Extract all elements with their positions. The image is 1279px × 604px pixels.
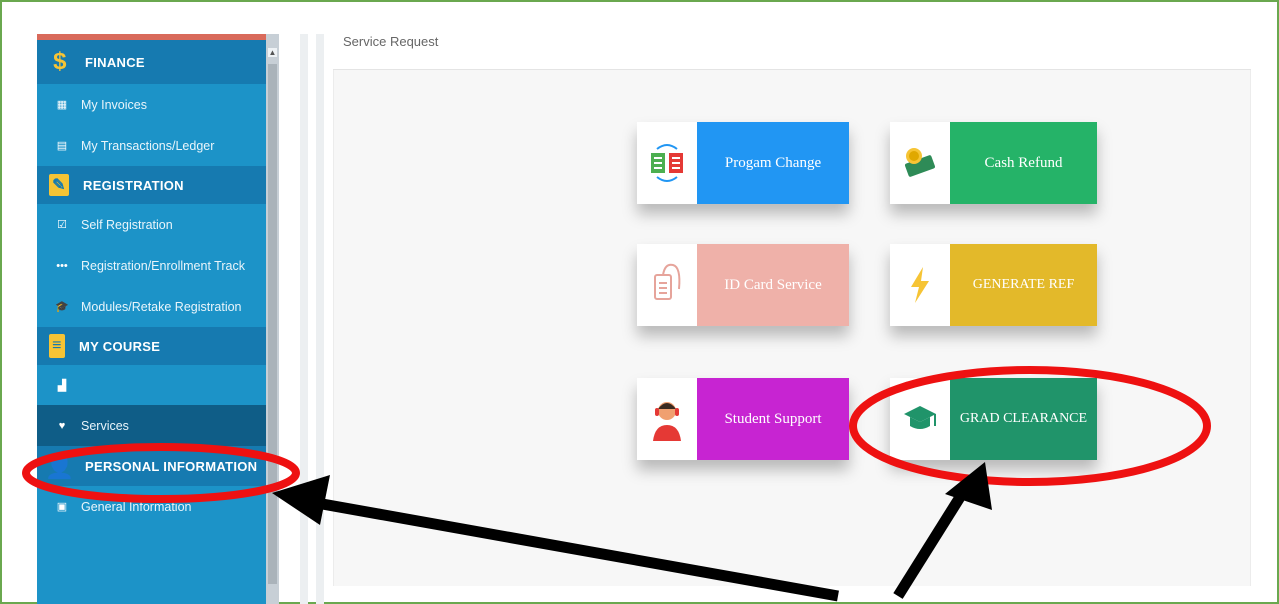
sidebar-item-modules-retake[interactable]: 🎓 Modules/Retake Registration: [37, 286, 279, 327]
dollar-icon: $: [53, 48, 67, 75]
edit-icon: ✎: [49, 174, 69, 196]
section-title: REGISTRATION: [83, 177, 184, 193]
book-icon: ≡: [49, 334, 65, 358]
support-agent-icon: [637, 378, 697, 460]
dots-icon: •••: [56, 259, 68, 272]
section-title: PERSONAL INFORMATION: [85, 458, 258, 474]
sidebar-item-general-information[interactable]: ▣ General Information: [37, 486, 279, 527]
id-card-service-tile[interactable]: ID Card Service: [637, 244, 849, 326]
sidebar-item-services[interactable]: ♥ Services: [37, 405, 279, 446]
sidebar-item-transactions-ledger[interactable]: ▤ My Transactions/Ledger: [37, 125, 279, 166]
sidebar-item-label: General Information: [81, 499, 192, 514]
divider-strip: [300, 34, 308, 604]
section-title: FINANCE: [85, 54, 145, 70]
graduation-cap-icon: [890, 378, 950, 460]
sidebar-item-label: Modules/Retake Registration: [81, 299, 242, 314]
sidebar: $ FINANCE ▦ My Invoices ▤ My Transaction…: [37, 34, 279, 604]
ledger-icon: ▤: [56, 140, 68, 152]
sidebar-item-label: My Invoices: [81, 97, 147, 112]
sidebar-section-registration[interactable]: ✎ REGISTRATION: [37, 166, 279, 204]
sidebar-item-course-hidden[interactable]: ▟: [37, 365, 279, 405]
tile-label: Cash Refund: [950, 122, 1097, 204]
page-title: Service Request: [343, 34, 439, 49]
scroll-up-icon[interactable]: ▲: [268, 48, 277, 57]
sidebar-item-self-registration[interactable]: ☑ Self Registration: [37, 204, 279, 245]
section-title: MY COURSE: [79, 338, 161, 354]
tile-label: ID Card Service: [697, 244, 849, 326]
sidebar-item-label: My Transactions/Ledger: [81, 138, 215, 153]
graduation-cap-icon: 🎓: [55, 301, 69, 313]
sidebar-item-my-invoices[interactable]: ▦ My Invoices: [37, 84, 279, 125]
cash-refund-tile[interactable]: Cash Refund: [890, 122, 1097, 204]
invoice-icon: ▦: [56, 99, 68, 111]
checkbox-icon: ☑: [57, 219, 67, 231]
generate-ref-tile[interactable]: GENERATE REF: [890, 244, 1097, 326]
sidebar-item-label: Registration/Enrollment Track: [81, 258, 245, 273]
tile-label: Student Support: [697, 378, 849, 460]
sidebar-section-my-course[interactable]: ≡ MY COURSE: [37, 327, 279, 365]
cash-icon: [890, 122, 950, 204]
program-change-tile[interactable]: Progam Change: [637, 122, 849, 204]
lightning-icon: [890, 244, 950, 326]
tile-label: GRAD CLEARANCE: [950, 378, 1097, 460]
sidebar-section-personal-information[interactable]: 👤 PERSONAL INFORMATION: [37, 446, 279, 486]
sidebar-scrollbar[interactable]: ▲: [266, 34, 279, 604]
sidebar-item-label: Services: [81, 418, 129, 433]
page-header: Service Request: [333, 24, 1251, 70]
divider-strip: [316, 34, 324, 604]
chart-icon: ▟: [57, 379, 67, 392]
program-change-icon: [637, 122, 697, 204]
id-badge-icon: [637, 244, 697, 326]
sidebar-item-label: Self Registration: [81, 217, 173, 232]
tile-label: GENERATE REF: [950, 244, 1097, 326]
grad-clearance-tile[interactable]: GRAD CLEARANCE: [890, 378, 1097, 460]
sidebar-section-finance[interactable]: $ FINANCE: [37, 40, 279, 84]
sidebar-item-registration-track[interactable]: ••• Registration/Enrollment Track: [37, 245, 279, 286]
heart-icon: ♥: [58, 419, 66, 432]
student-support-tile[interactable]: Student Support: [637, 378, 849, 460]
id-card-icon: ▣: [56, 501, 68, 513]
scroll-thumb[interactable]: [268, 64, 277, 584]
person-icon: 👤: [44, 452, 76, 480]
tile-label: Progam Change: [697, 122, 849, 204]
